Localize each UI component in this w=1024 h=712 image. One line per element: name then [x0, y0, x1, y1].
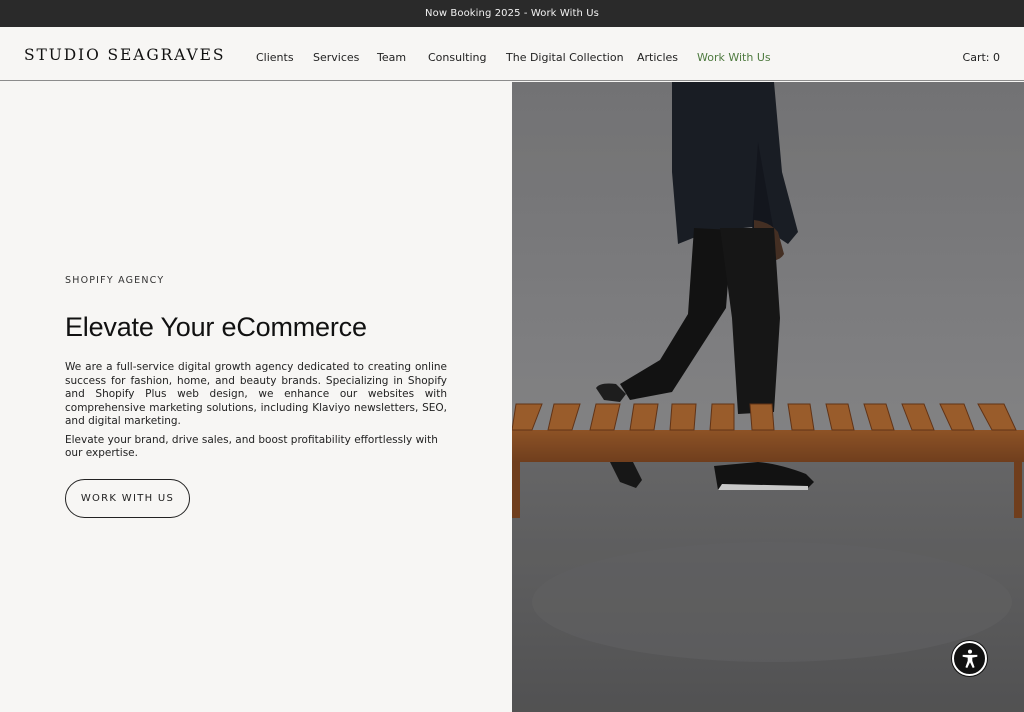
hero-photo-illustration — [512, 82, 1024, 712]
nav-item-work-with-us[interactable]: Work With Us — [697, 51, 771, 64]
hero-eyebrow: SHOPIFY AGENCY — [65, 275, 165, 286]
hero-paragraph: Elevate your brand, drive sales, and boo… — [65, 433, 438, 460]
nav-item-services[interactable]: Services — [313, 51, 359, 64]
cart-link[interactable]: Cart: 0 — [963, 51, 1000, 64]
announcement-bar[interactable]: Now Booking 2025 - Work With Us — [0, 0, 1024, 27]
hero-paragraph: We are a full-service digital growth age… — [65, 361, 447, 427]
nav-item-digital-collection[interactable]: The Digital Collection — [506, 51, 624, 64]
work-with-us-button[interactable]: WORK WITH US — [65, 479, 190, 518]
nav-item-consulting[interactable]: Consulting — [428, 51, 486, 64]
hero-headline: Elevate Your eCommerce — [65, 312, 367, 342]
hero-text-panel: SHOPIFY AGENCY Elevate Your eCommerce We… — [0, 82, 512, 712]
main-nav: Clients Services Team Consulting The Dig… — [0, 27, 1024, 81]
nav-item-clients[interactable]: Clients — [256, 51, 294, 64]
hero-image — [512, 82, 1024, 712]
nav-item-team[interactable]: Team — [377, 51, 406, 64]
announcement-text[interactable]: Now Booking 2025 - Work With Us — [425, 8, 599, 19]
accessibility-icon — [962, 649, 977, 668]
accessibility-button[interactable] — [952, 641, 987, 676]
nav-item-articles[interactable]: Articles — [637, 51, 678, 64]
hero-description: We are a full-service digital growth age… — [65, 361, 447, 461]
site-header: STUDIO SEAGRAVES Clients Services Team C… — [0, 27, 1024, 81]
